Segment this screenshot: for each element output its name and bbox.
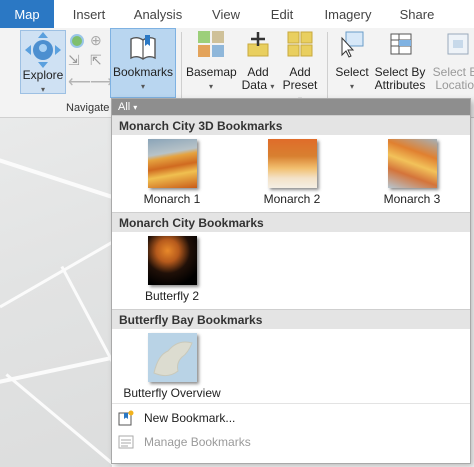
bookmark-row: Butterfly 2 <box>112 232 470 309</box>
tab-share[interactable]: Share <box>394 0 440 28</box>
gallery-filter-label: All <box>118 101 131 113</box>
gallery-filter-dropdown[interactable]: All ▾ <box>112 99 470 115</box>
menu-separator <box>112 403 470 404</box>
manage-bookmarks-menu-item[interactable]: Manage Bookmarks <box>112 430 470 454</box>
bookmark-item[interactable]: Butterfly Overview <box>112 329 232 406</box>
add-preset-icon <box>280 30 320 58</box>
add-data-icon <box>238 30 278 58</box>
bookmark-item[interactable]: Monarch 2 <box>232 135 352 212</box>
fixed-zoom-out-icon[interactable]: ⇱ <box>90 52 102 69</box>
new-bookmark-menu-item[interactable]: New Bookmark... <box>112 406 470 430</box>
section-header-monarch-city-3d: Monarch City 3D Bookmarks <box>112 115 470 135</box>
bookmark-item[interactable]: Monarch 3 <box>352 135 470 212</box>
select-by-attributes-button[interactable]: Select By Attributes <box>372 30 428 94</box>
bookmark-label: Butterfly 2 <box>144 289 200 303</box>
bookmarks-button[interactable]: Bookmarks ▾ <box>110 28 176 98</box>
map-road <box>0 153 112 207</box>
select-button[interactable]: Select ▾ <box>332 30 372 94</box>
add-preset-button[interactable]: Add Preset ▾ <box>280 30 320 104</box>
bookmark-thumbnail <box>268 139 317 188</box>
explore-label: Explore <box>22 68 64 82</box>
add-data-button[interactable]: Add Data ▾ <box>238 30 278 94</box>
map-view[interactable] <box>0 118 112 467</box>
select-by-location-icon <box>430 30 474 58</box>
full-extent-icon[interactable] <box>70 34 84 48</box>
tab-imagery[interactable]: Imagery <box>316 0 380 28</box>
select-by-location-button[interactable]: Select By Location <box>430 30 474 94</box>
previous-extent-icon[interactable]: ⟵ <box>68 72 91 92</box>
select-by-attributes-label-2: Attributes <box>374 78 426 92</box>
zoom-icon[interactable]: ⊕ <box>90 32 102 49</box>
bookmarks-icon <box>111 33 175 63</box>
basemap-dropdown-icon: ▾ <box>208 82 213 91</box>
tab-analysis[interactable]: Analysis <box>126 0 190 28</box>
tab-view[interactable]: View <box>204 0 248 28</box>
bookmark-row: Butterfly Overview <box>112 329 470 406</box>
bookmark-thumbnail <box>388 139 437 188</box>
bookmark-label: Butterfly Overview <box>123 386 221 400</box>
bookmarks-label: Bookmarks <box>112 65 174 79</box>
ribbon-tab-bar: Map Insert Analysis View Edit Imagery Sh… <box>0 0 474 28</box>
map-thumbnail-image <box>153 341 193 377</box>
chevron-down-icon: ▾ <box>133 103 138 112</box>
explore-dropdown-icon: ▾ <box>40 85 45 94</box>
explore-button[interactable]: Explore ▾ <box>20 30 66 94</box>
select-label: Select <box>335 65 369 79</box>
bookmark-thumbnail <box>148 236 197 285</box>
bookmarks-dropdown-icon: ▾ <box>140 82 145 91</box>
explore-icon <box>21 31 65 69</box>
bookmark-item[interactable]: Butterfly 2 <box>112 232 232 309</box>
tab-insert[interactable]: Insert <box>62 0 116 28</box>
section-header-monarch-city: Monarch City Bookmarks <box>112 212 470 232</box>
add-data-label-2: Data ▾ <box>241 78 275 92</box>
navigate-group-label: Navigate <box>66 102 110 114</box>
basemap-label: Basemap <box>186 65 237 79</box>
basemap-icon <box>186 30 236 58</box>
section-header-butterfly-bay: Butterfly Bay Bookmarks <box>112 309 470 329</box>
bookmark-label: Monarch 2 <box>263 192 321 206</box>
bookmark-thumbnail <box>148 139 197 188</box>
bookmark-label: Monarch 1 <box>143 192 201 206</box>
fixed-zoom-in-icon[interactable]: ⇲ <box>68 52 80 69</box>
bookmark-thumbnail <box>148 333 197 382</box>
bookmark-label: Monarch 3 <box>383 192 441 206</box>
map-road <box>5 373 112 466</box>
manage-bookmarks-label: Manage Bookmarks <box>144 435 251 449</box>
select-icon <box>332 30 372 58</box>
bookmark-item[interactable]: Monarch 1 <box>112 135 232 212</box>
tab-map[interactable]: Map <box>0 0 54 28</box>
select-by-location-label-2: Location <box>435 78 474 92</box>
manage-bookmarks-icon <box>118 434 134 450</box>
new-bookmark-icon <box>118 410 134 426</box>
new-bookmark-label: New Bookmark... <box>144 411 236 425</box>
bookmark-row: Monarch 1 Monarch 2 Monarch 3 <box>112 135 470 212</box>
select-by-attributes-icon <box>372 30 428 58</box>
select-dropdown-icon: ▾ <box>349 82 354 91</box>
tab-edit[interactable]: Edit <box>262 0 302 28</box>
map-road <box>0 230 112 309</box>
basemap-button[interactable]: Basemap ▾ <box>186 30 237 94</box>
bookmarks-gallery: All ▾ Monarch City 3D Bookmarks Monarch … <box>111 98 471 464</box>
